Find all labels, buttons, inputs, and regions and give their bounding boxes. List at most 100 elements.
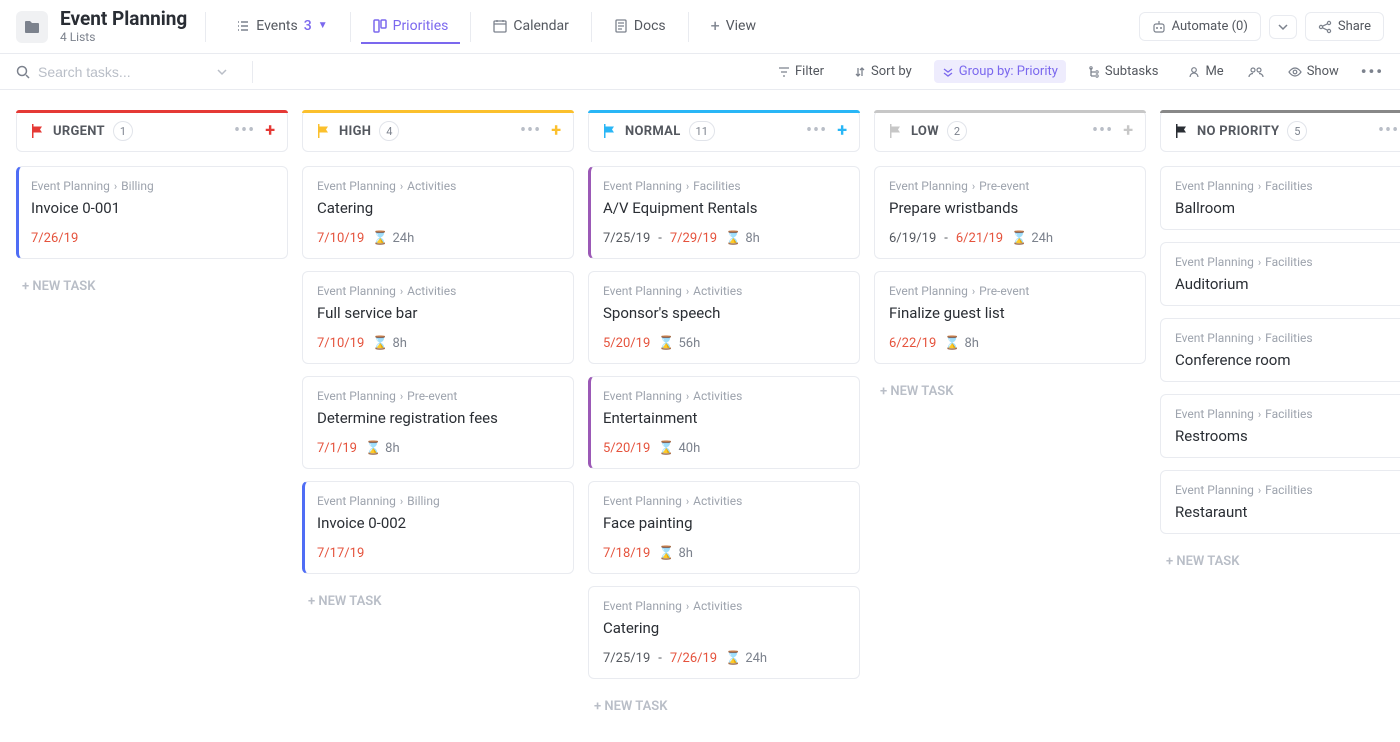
chevron-right-icon: ›	[400, 285, 403, 298]
task-breadcrumb: Event Planning › Billing	[317, 494, 559, 508]
toolbar-right: Filter Sort by Group by: Priority Subtas…	[770, 60, 1384, 83]
search-input[interactable]	[38, 64, 208, 80]
task-date-end: 6/21/19	[956, 231, 1003, 246]
task-title: Auditorium	[1175, 275, 1400, 293]
task-card[interactable]: Event Planning › Activities Full service…	[302, 271, 574, 364]
new-task-button[interactable]: + NEW TASK	[1160, 546, 1400, 577]
divider	[252, 61, 253, 83]
task-card[interactable]: Event Planning › Activities Face paintin…	[588, 481, 860, 574]
group-icon	[942, 66, 954, 78]
divider	[470, 12, 471, 42]
chevron-right-icon: ›	[1258, 408, 1261, 421]
breadcrumb-root: Event Planning	[603, 179, 682, 193]
tab-calendar[interactable]: Calendar	[481, 10, 581, 44]
hourglass-icon: ⌛	[658, 546, 674, 561]
column-add-button[interactable]: +	[837, 122, 847, 140]
breadcrumb-root: Event Planning	[1175, 483, 1254, 497]
task-title: Finalize guest list	[889, 304, 1131, 322]
task-card[interactable]: Event Planning › Activities Entertainmen…	[588, 376, 860, 469]
task-duration: ⌛40h	[658, 441, 700, 456]
chevron-down-icon: ▼	[318, 20, 328, 31]
chevron-right-icon: ›	[972, 180, 975, 193]
task-card[interactable]: Event Planning › Facilities Ballroom	[1160, 166, 1400, 230]
column-header: URGENT 1 ••• +	[16, 110, 288, 152]
column-count: 2	[947, 121, 967, 141]
flag-icon	[29, 123, 45, 139]
task-card[interactable]: Event Planning › Facilities Auditorium	[1160, 242, 1400, 306]
share-button[interactable]: Share	[1305, 12, 1384, 41]
column-none: NO PRIORITY 5 ••• + Event Planning › Fac…	[1160, 110, 1400, 577]
chevron-right-icon: ›	[1258, 180, 1261, 193]
task-card[interactable]: Event Planning › Activities Catering 7/2…	[588, 586, 860, 679]
task-date: 7/1/19	[317, 441, 357, 456]
task-date: 5/20/19	[603, 336, 650, 351]
flag-icon	[887, 123, 903, 139]
task-card[interactable]: Event Planning › Pre-event Finalize gues…	[874, 271, 1146, 364]
task-title: Invoice 0-002	[317, 514, 559, 532]
me-button[interactable]: Me	[1180, 60, 1231, 83]
column-more-button[interactable]: •••	[234, 122, 255, 140]
column-more-button[interactable]: •••	[1378, 122, 1399, 140]
tab-docs[interactable]: Docs	[602, 10, 678, 44]
tab-add-view[interactable]: + View	[699, 8, 768, 45]
column-title: URGENT	[53, 124, 105, 139]
subtasks-button[interactable]: Subtasks	[1080, 60, 1167, 83]
column-more-button[interactable]: •••	[1092, 122, 1113, 140]
automate-dropdown[interactable]	[1269, 15, 1297, 39]
tab-priorities[interactable]: Priorities	[361, 10, 461, 44]
new-task-button[interactable]: + NEW TASK	[588, 691, 860, 722]
filter-label: Filter	[795, 64, 824, 79]
column-add-button[interactable]: +	[551, 122, 561, 140]
column-add-button[interactable]: +	[1123, 122, 1133, 140]
breadcrumb-root: Event Planning	[889, 179, 968, 193]
breadcrumb-leaf: Facilities	[1265, 331, 1312, 345]
task-duration: ⌛8h	[365, 441, 400, 456]
more-menu-button[interactable]: •••	[1361, 62, 1384, 81]
task-card[interactable]: Event Planning › Activities Sponsor's sp…	[588, 271, 860, 364]
board-icon	[373, 19, 387, 33]
search-chevron-icon[interactable]	[216, 66, 228, 78]
new-task-button[interactable]: + NEW TASK	[302, 586, 574, 617]
task-date: 5/20/19	[603, 441, 650, 456]
divider	[205, 12, 206, 42]
task-card[interactable]: Event Planning › Facilities Conference r…	[1160, 318, 1400, 382]
chevron-right-icon: ›	[114, 180, 117, 193]
breadcrumb-leaf: Facilities	[1265, 255, 1312, 269]
column-add-button[interactable]: +	[265, 122, 275, 140]
tab-events[interactable]: Events 3 ▼	[224, 10, 339, 44]
task-date: 6/22/19	[889, 336, 936, 351]
group-by-button[interactable]: Group by: Priority	[934, 60, 1066, 83]
show-button[interactable]: Show	[1280, 60, 1347, 83]
new-task-button[interactable]: + NEW TASK	[16, 271, 288, 302]
task-date-end: 7/29/19	[670, 231, 717, 246]
task-title: Determine registration fees	[317, 409, 559, 427]
column-more-button[interactable]: •••	[806, 122, 827, 140]
task-card[interactable]: Event Planning › Activities Catering 7/1…	[302, 166, 574, 259]
filter-button[interactable]: Filter	[770, 60, 832, 83]
task-title: Prepare wristbands	[889, 199, 1131, 217]
task-date: 7/18/19	[603, 546, 650, 561]
task-date: 7/25/19	[603, 231, 650, 246]
task-card[interactable]: Event Planning › Pre-event Determine reg…	[302, 376, 574, 469]
task-card[interactable]: Event Planning › Facilities Restaraunt	[1160, 470, 1400, 534]
task-card[interactable]: Event Planning › Pre-event Prepare wrist…	[874, 166, 1146, 259]
task-card[interactable]: Event Planning › Facilities Restrooms	[1160, 394, 1400, 458]
chevron-right-icon: ›	[400, 495, 403, 508]
sort-button[interactable]: Sort by	[846, 60, 920, 83]
header-right: Automate (0) Share	[1139, 12, 1384, 41]
assignees-button[interactable]	[1246, 62, 1266, 82]
automate-button[interactable]: Automate (0)	[1139, 12, 1261, 41]
task-meta: 5/20/19 ⌛40h	[603, 441, 845, 456]
column-more-button[interactable]: •••	[520, 122, 541, 140]
column-header: HIGH 4 ••• +	[302, 110, 574, 152]
toolbar: Filter Sort by Group by: Priority Subtas…	[0, 54, 1400, 90]
new-task-button[interactable]: + NEW TASK	[874, 376, 1146, 407]
flag-icon	[1173, 123, 1189, 139]
task-duration: ⌛24h	[372, 231, 414, 246]
divider	[591, 12, 592, 42]
task-card[interactable]: Event Planning › Billing Invoice 0-002 7…	[302, 481, 574, 574]
task-card[interactable]: Event Planning › Billing Invoice 0-001 7…	[16, 166, 288, 259]
task-card[interactable]: Event Planning › Facilities A/V Equipmen…	[588, 166, 860, 259]
hourglass-icon: ⌛	[944, 336, 960, 351]
breadcrumb-root: Event Planning	[889, 284, 968, 298]
